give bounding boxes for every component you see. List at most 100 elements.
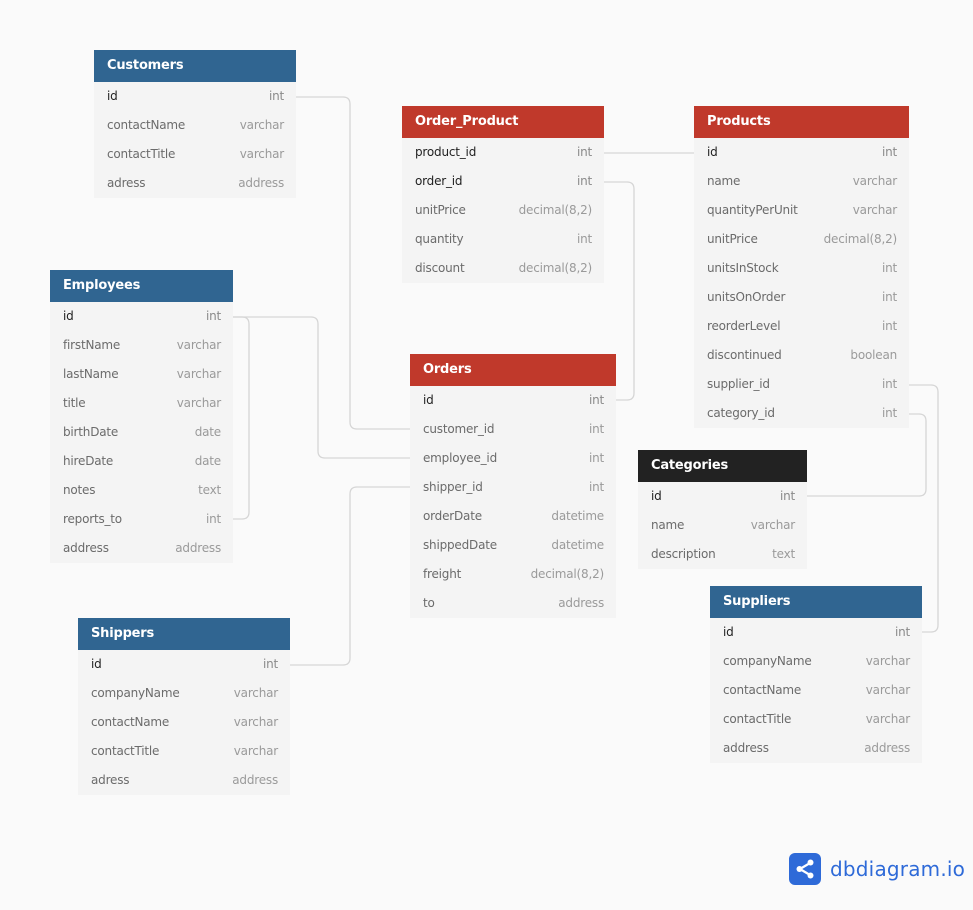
table-row[interactable]: order_id int: [402, 167, 604, 196]
table-row[interactable]: to address: [410, 589, 616, 618]
field-type: address: [558, 596, 604, 610]
table-row[interactable]: unitPrice decimal(8,2): [694, 225, 909, 254]
table-row[interactable]: companyName varchar: [78, 679, 290, 708]
table-row[interactable]: address address: [50, 534, 233, 563]
table-row[interactable]: contactTitle varchar: [94, 140, 296, 169]
table-header[interactable]: Categories: [638, 450, 807, 482]
table-row[interactable]: reports_to int: [50, 505, 233, 534]
field-type: int: [588, 480, 604, 494]
table-row[interactable]: hireDate date: [50, 447, 233, 476]
field-type: int: [205, 512, 221, 526]
table-order-product[interactable]: Order_Product product_id int order_id int uni…: [402, 106, 604, 283]
field-name: adress: [107, 176, 146, 190]
table-row[interactable]: contactName varchar: [94, 111, 296, 140]
table-row[interactable]: customer_id int: [410, 415, 616, 444]
table-row[interactable]: unitPrice decimal(8,2): [402, 196, 604, 225]
table-row[interactable]: contactName varchar: [710, 676, 922, 705]
table-row[interactable]: lastName varchar: [50, 360, 233, 389]
table-row[interactable]: address address: [710, 734, 922, 763]
field-name: birthDate: [63, 425, 119, 439]
field-type: varchar: [233, 744, 278, 758]
field-type: int: [881, 261, 897, 275]
table-shippers[interactable]: Shippers id int companyName varchar contactNa…: [78, 618, 290, 795]
table-row[interactable]: notes text: [50, 476, 233, 505]
share-icon: [789, 853, 821, 885]
table-header[interactable]: Employees: [50, 270, 233, 302]
field-type: varchar: [865, 683, 910, 697]
table-employees[interactable]: Employees id int firstName varchar lastName va…: [50, 270, 233, 563]
table-row[interactable]: freight decimal(8,2): [410, 560, 616, 589]
field-type: decimal(8,2): [530, 567, 605, 581]
table-row[interactable]: shipper_id int: [410, 473, 616, 502]
table-row[interactable]: category_id int: [694, 399, 909, 428]
table-row[interactable]: companyName varchar: [710, 647, 922, 676]
table-row[interactable]: firstName varchar: [50, 331, 233, 360]
table-categories[interactable]: Categories id int name varchar description tex…: [638, 450, 807, 569]
field-name: id: [423, 393, 434, 407]
table-row[interactable]: contactName varchar: [78, 708, 290, 737]
table-header[interactable]: Customers: [94, 50, 296, 82]
table-row[interactable]: adress address: [78, 766, 290, 795]
table-row[interactable]: product_id int: [402, 138, 604, 167]
table-row[interactable]: contactTitle varchar: [78, 737, 290, 766]
brand-label: dbdiagram.io: [830, 857, 966, 881]
table-header[interactable]: Orders: [410, 354, 616, 386]
field-name: id: [723, 625, 734, 639]
relation-shippers-orders: [290, 486, 410, 666]
field-type: int: [588, 422, 604, 436]
table-row[interactable]: supplier_id int: [694, 370, 909, 399]
table-row[interactable]: discount decimal(8,2): [402, 254, 604, 283]
field-type: text: [198, 483, 221, 497]
table-row[interactable]: employee_id int: [410, 444, 616, 473]
table-header[interactable]: Shippers: [78, 618, 290, 650]
table-customers[interactable]: Customers id int contactName varchar contactT…: [94, 50, 296, 198]
table-row[interactable]: description text: [638, 540, 807, 569]
field-name: title: [63, 396, 86, 410]
table-row[interactable]: name varchar: [694, 167, 909, 196]
field-type: text: [772, 547, 795, 561]
field-type: varchar: [750, 518, 795, 532]
table-row[interactable]: adress address: [94, 169, 296, 198]
field-type: varchar: [239, 147, 284, 161]
field-name: address: [63, 541, 109, 555]
field-type: decimal(8,2): [823, 232, 898, 246]
table-header[interactable]: Order_Product: [402, 106, 604, 138]
table-header[interactable]: Suppliers: [710, 586, 922, 618]
table-header[interactable]: Products: [694, 106, 909, 138]
table-row[interactable]: id int: [94, 82, 296, 111]
table-products[interactable]: Products id int name varchar quantityPerUnit v…: [694, 106, 909, 428]
table-row[interactable]: id int: [710, 618, 922, 647]
field-name: companyName: [723, 654, 812, 668]
field-name: name: [651, 518, 685, 532]
table-row[interactable]: name varchar: [638, 511, 807, 540]
table-row[interactable]: shippedDate datetime: [410, 531, 616, 560]
brand-logo[interactable]: dbdiagram.io: [789, 853, 965, 885]
table-row[interactable]: unitsInStock int: [694, 254, 909, 283]
field-type: date: [194, 454, 221, 468]
field-name: companyName: [91, 686, 180, 700]
table-row[interactable]: id int: [694, 138, 909, 167]
table-row[interactable]: id int: [638, 482, 807, 511]
table-row[interactable]: orderDate datetime: [410, 502, 616, 531]
table-row[interactable]: unitsOnOrder int: [694, 283, 909, 312]
table-row[interactable]: quantity int: [402, 225, 604, 254]
table-row[interactable]: id int: [410, 386, 616, 415]
table-row[interactable]: contactTitle varchar: [710, 705, 922, 734]
field-type: varchar: [176, 367, 221, 381]
field-name: employee_id: [423, 451, 497, 465]
table-row[interactable]: title varchar: [50, 389, 233, 418]
field-type: varchar: [852, 174, 897, 188]
table-row[interactable]: quantityPerUnit varchar: [694, 196, 909, 225]
table-row[interactable]: id int: [50, 302, 233, 331]
table-row[interactable]: reorderLevel int: [694, 312, 909, 341]
table-row[interactable]: discontinued boolean: [694, 341, 909, 370]
field-name: name: [707, 174, 741, 188]
table-suppliers[interactable]: Suppliers id int companyName varchar contactN…: [710, 586, 922, 763]
table-orders[interactable]: Orders id int customer_id int employee_id int s…: [410, 354, 616, 618]
table-row[interactable]: id int: [78, 650, 290, 679]
table-row[interactable]: birthDate date: [50, 418, 233, 447]
field-name: address: [723, 741, 769, 755]
field-name: shippedDate: [423, 538, 497, 552]
field-type: varchar: [239, 118, 284, 132]
field-type: datetime: [551, 509, 604, 523]
